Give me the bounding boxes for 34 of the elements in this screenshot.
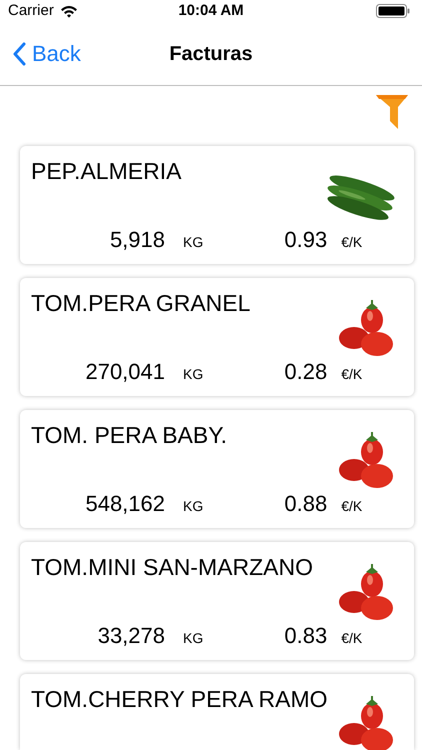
status-time: 10:04 AM	[178, 0, 244, 21]
unit-label: KG	[183, 365, 204, 384]
price-value: 0.28	[283, 358, 328, 386]
unit-label: €/K	[341, 233, 362, 252]
filter-icon[interactable]	[376, 95, 408, 129]
product-card[interactable]: TOM.CHERRY PERA RAMO	[20, 674, 414, 750]
carrier-label: Carrier	[8, 0, 54, 21]
screen-title: Facturas	[169, 42, 253, 66]
price-value: 0.93	[283, 226, 328, 254]
unit-label: KG	[183, 497, 204, 516]
product-name: TOM.MINI SAN-MARZANO	[31, 553, 313, 582]
quantity-value: 270,041	[84, 358, 165, 386]
product-card[interactable]: PEP.ALMERIA 5,918 KG 0.93 €/K	[20, 146, 414, 264]
price-value: 0.83	[283, 622, 328, 650]
product-name: TOM. PERA BABY.	[31, 421, 228, 450]
unit-label: KG	[183, 629, 204, 648]
back-link[interactable]: Back	[0, 37, 81, 70]
price-value: 0.88	[283, 490, 328, 518]
chevron-left-icon	[12, 42, 26, 66]
product-card[interactable]: TOM. PERA BABY. 548,162 KG 0.88 €/K	[20, 410, 414, 528]
product-name: PEP.ALMERIA	[31, 157, 182, 186]
quantity-value: 33,278	[96, 622, 165, 650]
unit-label: €/K	[341, 497, 362, 516]
product-name: TOM.PERA GRANEL	[31, 289, 250, 318]
product-name: TOM.CHERRY PERA RAMO	[31, 685, 328, 714]
product-card[interactable]: TOM.MINI SAN-MARZANO 33,278 KG 0.83 €/K	[20, 542, 414, 660]
unit-label: KG	[183, 233, 204, 252]
unit-label: €/K	[341, 629, 362, 648]
battery-icon	[376, 4, 410, 18]
unit-label: €/K	[341, 365, 362, 384]
wifi-icon	[60, 4, 78, 18]
quantity-value: 548,162	[84, 490, 165, 518]
quantity-value: 5,918	[108, 226, 165, 254]
product-card[interactable]: TOM.PERA GRANEL 270,041 KG 0.28 €/K	[20, 278, 414, 396]
